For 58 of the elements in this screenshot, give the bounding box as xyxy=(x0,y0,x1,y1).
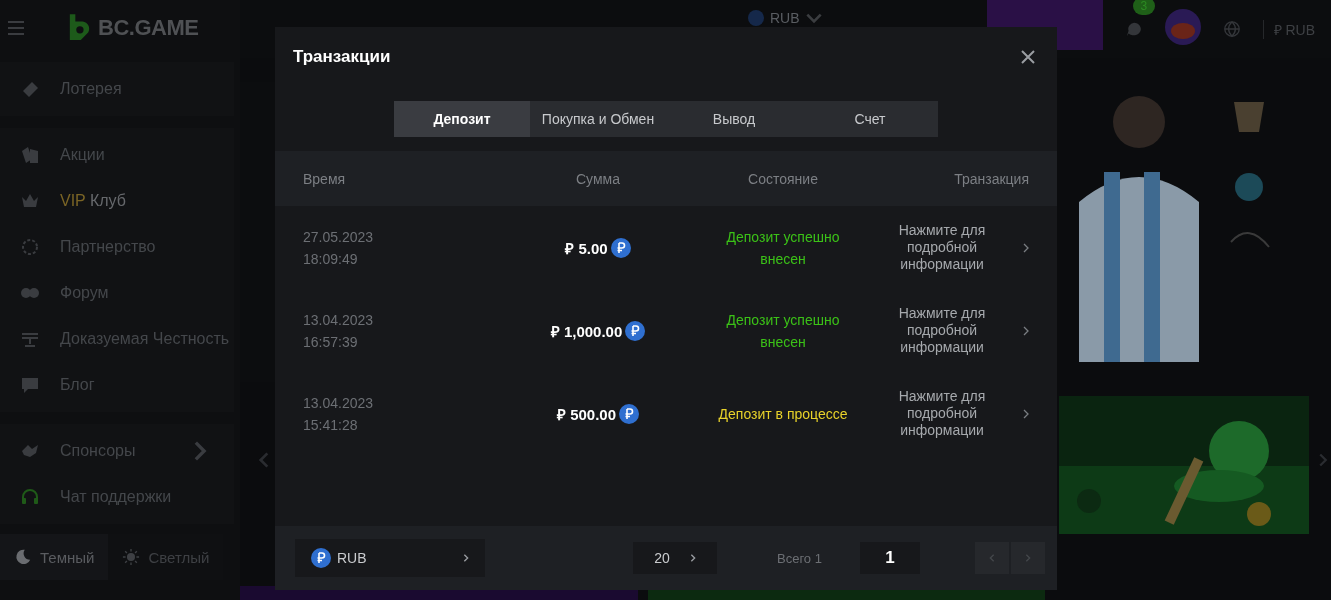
sun-icon xyxy=(122,548,141,566)
ruble-coin-icon xyxy=(625,320,646,341)
time-cell-text: 18:09:49 xyxy=(303,249,359,269)
ruble-coin-icon xyxy=(748,10,764,26)
chevron-right-icon xyxy=(1023,325,1029,336)
moon-icon xyxy=(14,548,32,566)
page-size-selector[interactable]: 20 xyxy=(633,542,717,574)
close-icon xyxy=(1021,50,1035,64)
menu-item[interactable]: Клуб xyxy=(89,192,126,209)
chevron-right-icon xyxy=(463,553,469,563)
theme-toggle[interactable]: Темный xyxy=(0,534,109,580)
close-button[interactable] xyxy=(1021,50,1035,64)
tags-icon xyxy=(20,145,40,165)
avatar-icon[interactable] xyxy=(1164,9,1201,45)
details-link[interactable]: Нажмите для подробной информации xyxy=(887,388,997,439)
currency-selector[interactable]: RUB xyxy=(295,539,485,577)
time-cell-text: 15:41:28 xyxy=(303,415,359,435)
headset-icon xyxy=(20,487,40,507)
date-cell-text: 13.04.2023 xyxy=(303,310,375,330)
amount-cell-text: ₽ 5.00 xyxy=(565,238,608,258)
chevron-right-icon xyxy=(689,553,696,563)
column-header: Время xyxy=(303,170,346,187)
ruble-coin-icon xyxy=(619,403,639,424)
chevron-right-icon xyxy=(1023,408,1029,419)
date-cell-text: 27.05.2023 xyxy=(303,227,375,247)
status-text: Депозит в процессе xyxy=(718,404,848,424)
page-number[interactable]: 1 xyxy=(859,542,920,574)
total-count: Всего 1 xyxy=(777,550,822,566)
logo-text: BC.GAME xyxy=(98,15,199,41)
time-cell-text: 16:57:39 xyxy=(303,332,359,352)
currency-label[interactable]: RUB xyxy=(770,10,800,26)
column-header: Состояние xyxy=(748,170,818,187)
chat-icon xyxy=(20,375,40,395)
ring-icon xyxy=(20,237,40,257)
details-link[interactable]: Нажмите для подробной информации xyxy=(887,222,997,273)
column-header: Сумма xyxy=(576,170,620,187)
globe-icon[interactable] xyxy=(1222,20,1241,38)
previous-page-button[interactable] xyxy=(975,542,1009,574)
menu-icon[interactable] xyxy=(8,21,24,35)
amount-cell-text: ₽ 1,000.00 xyxy=(550,321,623,341)
chevron-left-icon[interactable] xyxy=(258,450,270,470)
chat-icon[interactable] xyxy=(1124,20,1143,38)
ruble-coin-icon xyxy=(311,548,331,568)
ruble-coin-icon xyxy=(610,237,631,258)
tab[interactable]: Депозит xyxy=(394,101,530,137)
next-page-button[interactable] xyxy=(1011,542,1045,574)
chevron-right-icon xyxy=(1025,553,1031,563)
logo-icon xyxy=(68,14,90,42)
chevron-right-icon xyxy=(1023,242,1029,253)
chevron-left-icon xyxy=(989,553,995,563)
menu-label-prefix[interactable]: VIP xyxy=(60,192,86,209)
date-cell-text: 13.04.2023 xyxy=(303,393,375,413)
details-link[interactable]: Нажмите для подробной информации xyxy=(887,305,997,356)
dialog-title: Транзакции xyxy=(293,47,391,67)
status-text: Депозит успешно внесен xyxy=(725,227,841,269)
amount-cell-text: ₽ 500.00 xyxy=(556,404,616,424)
status-text: Депозит успешно внесен xyxy=(725,310,841,352)
column-header: Транзакция xyxy=(954,170,1029,187)
